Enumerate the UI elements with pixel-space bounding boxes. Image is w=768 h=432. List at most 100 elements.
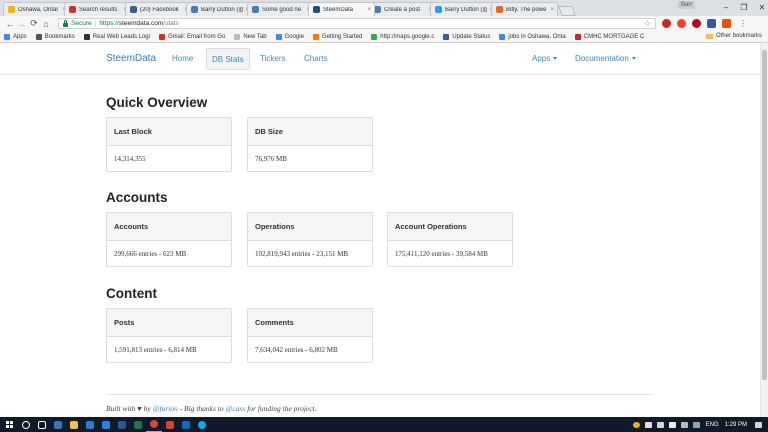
tab-close-icon[interactable]: × (550, 7, 554, 13)
clock[interactable]: 1:29 PM (725, 422, 747, 428)
volume-icon[interactable] (692, 421, 700, 428)
browser-toolbar: ← → ⟳ ⌂ Secure | https:// steemdata.com … (0, 16, 768, 31)
browser-tab[interactable]: Some good ne× (247, 2, 314, 16)
site-footer: Built with ♥ by @furion - Big thanks to … (106, 404, 317, 413)
new-tab-button[interactable] (558, 6, 576, 16)
browser-tab[interactable]: Barry Dutton (@× (186, 2, 253, 16)
browser-tab[interactable]: SteemData × (308, 2, 375, 16)
bookmark-item[interactable]: Gmail: Email from Go (158, 33, 226, 40)
panel-db-size: DB Size 76,976 MB (247, 117, 373, 172)
bookmark-item[interactable]: Bookmarks (35, 33, 75, 40)
tray-app-icon[interactable] (644, 421, 652, 428)
nav-db-stats[interactable]: DB Stats (206, 48, 250, 70)
tab-close-icon[interactable]: × (367, 7, 371, 13)
bookmark-item[interactable]: New Tab (234, 33, 267, 40)
sponsor-link[interactable]: @cass (226, 404, 246, 413)
url-host: steemdata.com (118, 20, 164, 27)
page-scrollbar[interactable] (760, 43, 768, 417)
bookmark-item[interactable]: Getting Started (312, 33, 362, 40)
browser-tab[interactable]: (20) Facebook× (125, 2, 192, 16)
bookmark-item[interactable]: Apps (4, 33, 27, 40)
browser-menu-icon[interactable]: ⋮ (739, 19, 747, 28)
panel-heading: Last Block (107, 118, 231, 146)
nav-home[interactable]: Home (172, 54, 193, 63)
excel-icon[interactable] (130, 417, 146, 432)
bookmark-favicon-icon (234, 33, 241, 40)
scrollbar-thumb[interactable] (762, 50, 767, 380)
tab-favicon-icon (8, 6, 15, 13)
tab-favicon-icon (435, 6, 442, 13)
task-view-icon[interactable] (34, 417, 50, 432)
network-icon[interactable] (680, 421, 688, 428)
site-brand[interactable]: SteemData (106, 53, 156, 64)
extension-red-icon[interactable] (662, 19, 671, 28)
browser-tab[interactable]: Barry Dutton (@× (430, 2, 497, 16)
tab-label: Barry Dutton (@ (445, 6, 488, 13)
bookmark-favicon-icon (443, 33, 450, 40)
skype-icon[interactable] (194, 417, 210, 432)
bookmark-favicon-icon (275, 33, 282, 40)
outlook-icon[interactable] (178, 417, 194, 432)
bookmark-item[interactable]: http://maps.google.c (371, 33, 434, 40)
bookmark-label: CMHC MORTGAGE C (583, 33, 645, 40)
nav-documentation-dropdown[interactable]: Documentation (575, 54, 636, 63)
browser-tab[interactable]: Create a post × (369, 2, 436, 16)
tab-favicon-icon (496, 6, 503, 13)
browser-tab[interactable]: Search results× (64, 2, 131, 16)
battery-icon[interactable] (668, 421, 676, 428)
reload-icon[interactable]: ⟳ (28, 18, 40, 29)
bookmark-favicon-icon (499, 33, 506, 40)
nav-tickers[interactable]: Tickers (260, 54, 285, 63)
bookmark-label: Real Web Leads Logi (92, 33, 150, 40)
chrome-icon[interactable] (146, 417, 162, 432)
bookmark-item[interactable]: Google (275, 33, 304, 40)
edge-icon[interactable] (50, 417, 66, 432)
bookmark-star-icon[interactable]: ☆ (644, 19, 651, 28)
windows-logo-icon (5, 421, 13, 428)
tray-app-icon[interactable] (656, 421, 664, 428)
norton-icon[interactable] (632, 421, 640, 428)
back-icon[interactable]: ← (4, 19, 16, 29)
browser-tab[interactable]: Bitly. The powe × (491, 2, 558, 16)
word-icon[interactable] (114, 417, 130, 432)
other-bookmarks[interactable]: Other bookmarks (705, 33, 762, 39)
browser-tab[interactable]: Oshawa, Ontar× (3, 2, 70, 16)
author-link[interactable]: @furion (153, 404, 178, 413)
file-explorer-icon[interactable] (66, 417, 82, 432)
powerpoint-icon[interactable] (162, 417, 178, 432)
start-button[interactable] (0, 421, 18, 428)
notifications-icon[interactable] (755, 421, 762, 428)
tab-favicon-icon (313, 6, 320, 13)
profile-button[interactable]: Barr (678, 1, 696, 9)
footer-thanks: - Big thanks to (179, 404, 224, 413)
system-tray: ENG 1:29 PM (628, 417, 762, 432)
bookmark-label: Gmail: Email from Go (167, 33, 226, 40)
bookmark-favicon-icon (371, 33, 378, 40)
address-bar[interactable]: Secure | https:// steemdata.com /stats ☆ (58, 18, 656, 29)
bookmark-favicon-icon (574, 33, 581, 40)
nav-charts[interactable]: Charts (304, 54, 328, 63)
bookmark-item[interactable]: Real Web Leads Logi (83, 33, 150, 40)
tab-label: Some good ne (262, 6, 302, 13)
cortana-icon[interactable] (18, 417, 34, 432)
store-icon[interactable] (82, 417, 98, 432)
pinterest-icon[interactable] (692, 19, 701, 28)
secure-indicator[interactable]: Secure (63, 19, 92, 27)
home-icon[interactable]: ⌂ (40, 19, 52, 29)
bookmark-item[interactable]: CMHC MORTGAGE C (574, 33, 645, 40)
extension-orange-icon[interactable] (722, 19, 731, 28)
extension-blue-icon[interactable] (707, 19, 716, 28)
close-window-icon[interactable]: ✕ (748, 0, 768, 14)
nav-documentation-label: Documentation (575, 54, 629, 63)
bookmark-label: Bookmarks (44, 33, 75, 40)
input-language[interactable]: ENG (706, 422, 719, 428)
nav-apps-dropdown[interactable]: Apps (532, 54, 558, 63)
mail-icon[interactable] (98, 417, 114, 432)
forward-icon[interactable]: → (16, 19, 28, 29)
bookmark-item[interactable]: Update Status (443, 33, 490, 40)
bookmark-label: Google (284, 33, 304, 40)
extension-record-icon[interactable] (677, 19, 686, 28)
site-navbar: SteemData Home DB Stats Tickers Charts A… (0, 43, 760, 75)
bookmark-item[interactable]: jobs in Oshawa, Onta (499, 33, 566, 40)
tab-favicon-icon (374, 6, 381, 13)
